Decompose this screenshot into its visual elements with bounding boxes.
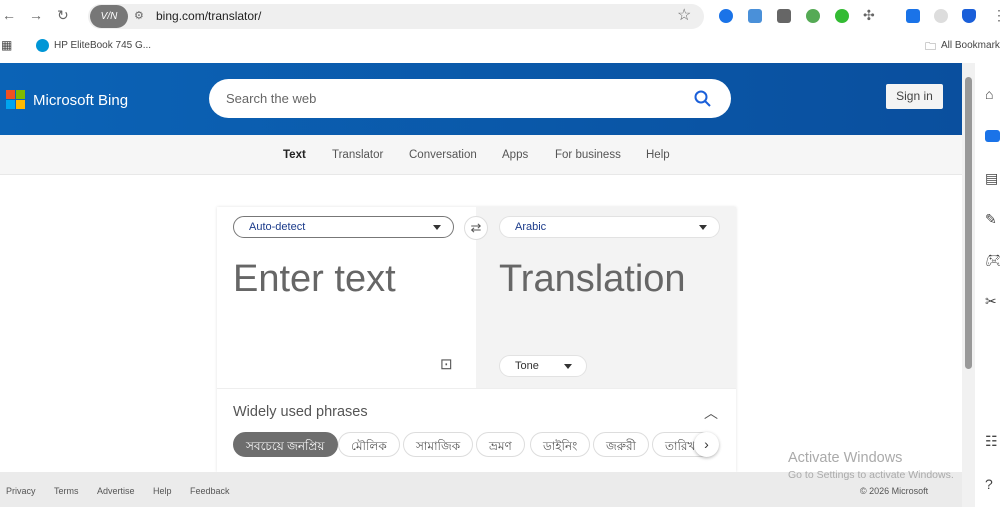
tone-select[interactable]: Tone xyxy=(499,355,587,377)
source-text-input[interactable]: Enter text xyxy=(233,258,396,301)
tab-apps[interactable]: Apps xyxy=(502,149,528,161)
phrase-chip[interactable]: ভ্রমণ xyxy=(476,432,525,457)
translation-output: Translation xyxy=(499,258,686,300)
extensions-puzzle-icon[interactable]: ✣ xyxy=(863,7,875,24)
copyright: © 2026 Microsoft xyxy=(860,486,929,496)
windows-activation-watermark: Activate Windows Go to Settings to activ… xyxy=(788,450,954,481)
search-input[interactable]: Search the web xyxy=(209,79,731,118)
footer-link-advertise[interactable]: Advertise xyxy=(97,486,135,496)
chevron-down-icon xyxy=(433,225,441,234)
bookmark-item[interactable]: HP EliteBook 745 G... xyxy=(54,40,151,51)
help-icon[interactable]: ? xyxy=(985,476,993,492)
vpn-button[interactable]: V/N xyxy=(90,5,128,28)
menu-icon[interactable]: ⋮ xyxy=(992,7,1000,24)
microsoft-logo-icon[interactable] xyxy=(6,90,26,110)
extension-video-icon[interactable] xyxy=(777,9,791,23)
source-language-select[interactable]: Auto-detect xyxy=(233,216,454,238)
hp-logo-icon xyxy=(36,39,49,52)
copilot-chat-icon[interactable] xyxy=(985,130,1000,142)
phrases-title: Widely used phrases xyxy=(233,404,368,420)
swap-languages-button[interactable]: ⇄ xyxy=(464,216,488,240)
tools-icon[interactable]: ✂ xyxy=(985,293,997,310)
tab-translator[interactable]: Translator xyxy=(332,149,383,161)
games-icon[interactable]: 🎮︎ xyxy=(985,252,1000,269)
phrase-chip[interactable]: সামাজিক xyxy=(403,432,474,457)
search-sidebar-icon[interactable]: ⌂ xyxy=(985,86,993,102)
tab-help[interactable]: Help xyxy=(646,149,670,161)
forward-icon[interactable]: → xyxy=(29,7,43,23)
footer-link-help[interactable]: Help xyxy=(153,486,172,496)
translator-nav xyxy=(0,135,962,175)
settings-sliders-icon[interactable]: ☷ xyxy=(985,433,998,450)
extension-m-icon[interactable] xyxy=(748,9,762,23)
phrase-chip[interactable]: জরুরী xyxy=(593,432,649,457)
bookmark-star-icon[interactable]: ☆ xyxy=(677,5,691,25)
scrollbar-thumb[interactable] xyxy=(965,77,972,369)
folder-icon: 🗀 xyxy=(925,41,936,53)
next-chevron-right-icon[interactable]: › xyxy=(694,432,719,457)
extension-leaf-icon[interactable] xyxy=(806,9,820,23)
footer-link-privacy[interactable]: Privacy xyxy=(6,486,36,496)
target-language-select[interactable]: Arabic xyxy=(499,216,720,238)
tab-for-business[interactable]: For business xyxy=(555,149,621,161)
watermark-title: Activate Windows xyxy=(788,450,903,466)
phrase-chip[interactable]: সবচেয়ে জনপ্রিয় xyxy=(233,432,338,457)
divider xyxy=(217,388,736,389)
chevron-down-icon xyxy=(699,225,707,234)
chevron-down-icon xyxy=(564,364,572,373)
phrase-chip[interactable]: ডাইনিং xyxy=(530,432,591,457)
brand-name[interactable]: Microsoft Bing xyxy=(33,92,128,109)
footer-link-feedback[interactable]: Feedback xyxy=(190,486,230,496)
footer-link-terms[interactable]: Terms xyxy=(54,486,79,496)
source-language-label: Auto-detect xyxy=(249,221,306,233)
reload-icon[interactable]: ↻ xyxy=(57,7,69,24)
collapse-chevron-up-icon[interactable]: ︿ xyxy=(704,403,718,423)
sign-in-button[interactable]: Sign in xyxy=(886,84,943,109)
apps-grid-icon[interactable]: ▦ xyxy=(1,38,12,52)
search-placeholder: Search the web xyxy=(226,91,317,106)
extension-green-icon[interactable] xyxy=(835,9,849,23)
camera-scan-icon[interactable]: ⊡ xyxy=(440,355,453,373)
calculator-icon[interactable]: ▤ xyxy=(985,170,998,187)
security-shield-icon[interactable] xyxy=(962,9,976,23)
url-text[interactable]: bing.com/translator/ xyxy=(156,9,261,23)
tab-text[interactable]: Text xyxy=(283,149,306,161)
all-bookmarks[interactable]: All Bookmarks xyxy=(941,40,1000,51)
profile-icon[interactable] xyxy=(934,9,948,23)
target-language-label: Arabic xyxy=(515,221,547,233)
notes-icon[interactable]: ✎ xyxy=(985,211,997,228)
tone-label: Tone xyxy=(515,360,539,372)
sidebar-toggle-icon[interactable] xyxy=(906,9,920,23)
back-icon[interactable]: ← xyxy=(2,7,16,23)
tab-conversation[interactable]: Conversation xyxy=(409,149,477,161)
browser-toolbar: ← → ↻ V/N ⚙ bing.com/translator/ ☆ ✣ ⋮ xyxy=(0,0,1000,33)
site-info-icon[interactable]: ⚙ xyxy=(134,9,144,22)
extension-shield-icon[interactable] xyxy=(719,9,733,23)
search-icon[interactable] xyxy=(694,90,711,107)
bookmarks-bar: ▦ HP EliteBook 745 G... 🗀 All Bookmarks xyxy=(0,33,1000,60)
watermark-subtitle: Go to Settings to activate Windows. xyxy=(788,469,954,481)
phrase-chip[interactable]: মৌলিক xyxy=(338,432,400,457)
